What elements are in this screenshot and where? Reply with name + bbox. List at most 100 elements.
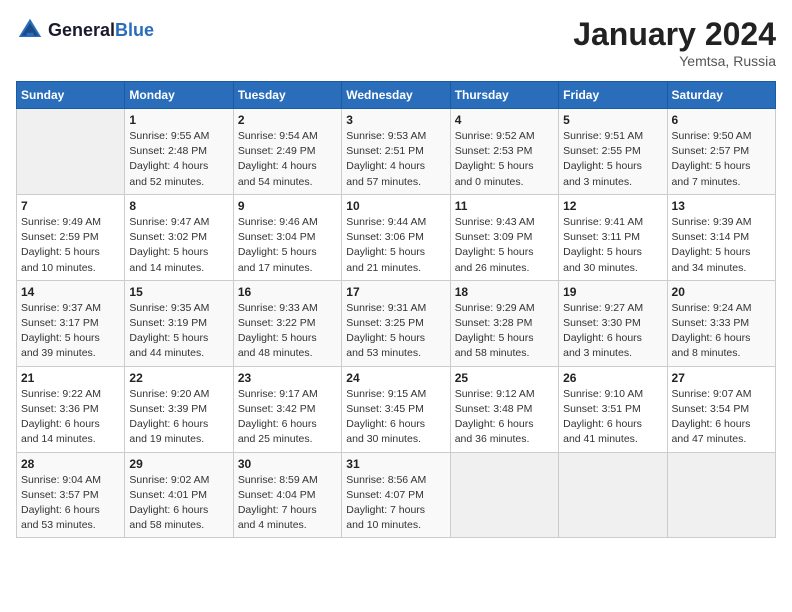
- day-info: Sunrise: 9:50 AMSunset: 2:57 PMDaylight:…: [672, 129, 771, 190]
- day-number: 10: [346, 199, 445, 213]
- calendar-cell: 27 Sunrise: 9:07 AMSunset: 3:54 PMDayligh…: [667, 366, 775, 452]
- day-number: 17: [346, 285, 445, 299]
- calendar-cell: 26 Sunrise: 9:10 AMSunset: 3:51 PMDayligh…: [559, 366, 667, 452]
- day-number: 29: [129, 457, 228, 471]
- page-header: GeneralBlue January 2024 Yemtsa, Russia: [16, 16, 776, 69]
- calendar-cell: 25 Sunrise: 9:12 AMSunset: 3:48 PMDayligh…: [450, 366, 558, 452]
- day-info: Sunrise: 9:37 AMSunset: 3:17 PMDaylight:…: [21, 301, 120, 362]
- day-number: 21: [21, 371, 120, 385]
- day-info: Sunrise: 9:52 AMSunset: 2:53 PMDaylight:…: [455, 129, 554, 190]
- day-number: 3: [346, 113, 445, 127]
- day-header-monday: Monday: [125, 82, 233, 109]
- location-subtitle: Yemtsa, Russia: [573, 53, 776, 69]
- calendar-cell: 17 Sunrise: 9:31 AMSunset: 3:25 PMDayligh…: [342, 280, 450, 366]
- day-header-tuesday: Tuesday: [233, 82, 341, 109]
- calendar-cell: 4 Sunrise: 9:52 AMSunset: 2:53 PMDaylight…: [450, 109, 558, 195]
- calendar-cell: 31Sunrise: 8:56 AMSunset: 4:07 PMDayligh…: [342, 452, 450, 538]
- day-info: Sunrise: 9:07 AMSunset: 3:54 PMDaylight:…: [672, 387, 771, 448]
- day-info: Sunrise: 9:44 AMSunset: 3:06 PMDaylight:…: [346, 215, 445, 276]
- calendar-cell: 29 Sunrise: 9:02 AMSunset: 4:01 PMDayligh…: [125, 452, 233, 538]
- calendar-cell: 11Sunrise: 9:43 AMSunset: 3:09 PMDayligh…: [450, 194, 558, 280]
- day-info: Sunrise: 9:43 AMSunset: 3:09 PMDaylight:…: [455, 215, 554, 276]
- calendar-cell: 22 Sunrise: 9:20 AMSunset: 3:39 PMDayligh…: [125, 366, 233, 452]
- calendar-cell: 9Sunrise: 9:46 AMSunset: 3:04 PMDaylight…: [233, 194, 341, 280]
- calendar-cell: [559, 452, 667, 538]
- calendar-header: SundayMondayTuesdayWednesdayThursdayFrid…: [17, 82, 776, 109]
- day-number: 25: [455, 371, 554, 385]
- title-block: January 2024 Yemtsa, Russia: [573, 16, 776, 69]
- day-info: Sunrise: 9:51 AMSunset: 2:55 PMDaylight:…: [563, 129, 662, 190]
- day-header-saturday: Saturday: [667, 82, 775, 109]
- calendar-cell: 30 Sunrise: 8:59 AMSunset: 4:04 PMDayligh…: [233, 452, 341, 538]
- week-row-3: 14 Sunrise: 9:37 AMSunset: 3:17 PMDayligh…: [17, 280, 776, 366]
- day-info: Sunrise: 9:02 AMSunset: 4:01 PMDaylight:…: [129, 473, 228, 534]
- logo-icon: [16, 16, 44, 44]
- day-number: 1: [129, 113, 228, 127]
- day-info: Sunrise: 9:12 AMSunset: 3:48 PMDaylight:…: [455, 387, 554, 448]
- day-info: Sunrise: 9:31 AMSunset: 3:25 PMDaylight:…: [346, 301, 445, 362]
- day-number: 26: [563, 371, 662, 385]
- calendar-cell: 23Sunrise: 9:17 AMSunset: 3:42 PMDayligh…: [233, 366, 341, 452]
- logo-blue: Blue: [115, 20, 154, 40]
- calendar-cell: 1 Sunrise: 9:55 AMSunset: 2:48 PMDaylight…: [125, 109, 233, 195]
- day-info: Sunrise: 9:22 AMSunset: 3:36 PMDaylight:…: [21, 387, 120, 448]
- calendar-cell: 10 Sunrise: 9:44 AMSunset: 3:06 PMDayligh…: [342, 194, 450, 280]
- calendar-cell: 19 Sunrise: 9:27 AMSunset: 3:30 PMDayligh…: [559, 280, 667, 366]
- day-number: 13: [672, 199, 771, 213]
- calendar-cell: [450, 452, 558, 538]
- day-info: Sunrise: 9:24 AMSunset: 3:33 PMDaylight:…: [672, 301, 771, 362]
- day-info: Sunrise: 9:55 AMSunset: 2:48 PMDaylight:…: [129, 129, 228, 190]
- day-info: Sunrise: 9:41 AMSunset: 3:11 PMDaylight:…: [563, 215, 662, 276]
- week-row-1: 1 Sunrise: 9:55 AMSunset: 2:48 PMDaylight…: [17, 109, 776, 195]
- day-header-wednesday: Wednesday: [342, 82, 450, 109]
- day-number: 28: [21, 457, 120, 471]
- logo-general: General: [48, 20, 115, 40]
- day-number: 19: [563, 285, 662, 299]
- day-info: Sunrise: 9:49 AMSunset: 2:59 PMDaylight:…: [21, 215, 120, 276]
- calendar-cell: 28 Sunrise: 9:04 AMSunset: 3:57 PMDayligh…: [17, 452, 125, 538]
- calendar-cell: [667, 452, 775, 538]
- calendar-cell: 20Sunrise: 9:24 AMSunset: 3:33 PMDayligh…: [667, 280, 775, 366]
- day-number: 31: [346, 457, 445, 471]
- day-info: Sunrise: 9:29 AMSunset: 3:28 PMDaylight:…: [455, 301, 554, 362]
- day-number: 23: [238, 371, 337, 385]
- calendar-cell: 13Sunrise: 9:39 AMSunset: 3:14 PMDayligh…: [667, 194, 775, 280]
- day-number: 14: [21, 285, 120, 299]
- header-row: SundayMondayTuesdayWednesdayThursdayFrid…: [17, 82, 776, 109]
- day-info: Sunrise: 9:04 AMSunset: 3:57 PMDaylight:…: [21, 473, 120, 534]
- calendar-cell: 24Sunrise: 9:15 AMSunset: 3:45 PMDayligh…: [342, 366, 450, 452]
- day-info: Sunrise: 8:59 AMSunset: 4:04 PMDaylight:…: [238, 473, 337, 534]
- calendar-cell: 5Sunrise: 9:51 AMSunset: 2:55 PMDaylight…: [559, 109, 667, 195]
- calendar-cell: 12Sunrise: 9:41 AMSunset: 3:11 PMDayligh…: [559, 194, 667, 280]
- calendar-cell: 6 Sunrise: 9:50 AMSunset: 2:57 PMDaylight…: [667, 109, 775, 195]
- calendar-cell: 2Sunrise: 9:54 AMSunset: 2:49 PMDaylight…: [233, 109, 341, 195]
- day-header-friday: Friday: [559, 82, 667, 109]
- calendar-cell: 8Sunrise: 9:47 AMSunset: 3:02 PMDaylight…: [125, 194, 233, 280]
- day-number: 16: [238, 285, 337, 299]
- day-header-thursday: Thursday: [450, 82, 558, 109]
- day-number: 6: [672, 113, 771, 127]
- day-number: 30: [238, 457, 337, 471]
- day-info: Sunrise: 9:10 AMSunset: 3:51 PMDaylight:…: [563, 387, 662, 448]
- day-number: 22: [129, 371, 228, 385]
- logo: GeneralBlue: [16, 16, 154, 44]
- day-header-sunday: Sunday: [17, 82, 125, 109]
- day-info: Sunrise: 9:20 AMSunset: 3:39 PMDaylight:…: [129, 387, 228, 448]
- day-number: 8: [129, 199, 228, 213]
- day-number: 4: [455, 113, 554, 127]
- day-number: 27: [672, 371, 771, 385]
- day-info: Sunrise: 9:15 AMSunset: 3:45 PMDaylight:…: [346, 387, 445, 448]
- day-info: Sunrise: 9:33 AMSunset: 3:22 PMDaylight:…: [238, 301, 337, 362]
- calendar-cell: 16 Sunrise: 9:33 AMSunset: 3:22 PMDayligh…: [233, 280, 341, 366]
- week-row-2: 7 Sunrise: 9:49 AMSunset: 2:59 PMDaylight…: [17, 194, 776, 280]
- day-info: Sunrise: 9:27 AMSunset: 3:30 PMDaylight:…: [563, 301, 662, 362]
- calendar-cell: [17, 109, 125, 195]
- calendar-cell: 21 Sunrise: 9:22 AMSunset: 3:36 PMDayligh…: [17, 366, 125, 452]
- logo-text: GeneralBlue: [48, 20, 154, 41]
- day-number: 15: [129, 285, 228, 299]
- day-number: 7: [21, 199, 120, 213]
- day-info: Sunrise: 9:53 AMSunset: 2:51 PMDaylight:…: [346, 129, 445, 190]
- day-info: Sunrise: 9:46 AMSunset: 3:04 PMDaylight:…: [238, 215, 337, 276]
- calendar-table: SundayMondayTuesdayWednesdayThursdayFrid…: [16, 81, 776, 538]
- day-number: 18: [455, 285, 554, 299]
